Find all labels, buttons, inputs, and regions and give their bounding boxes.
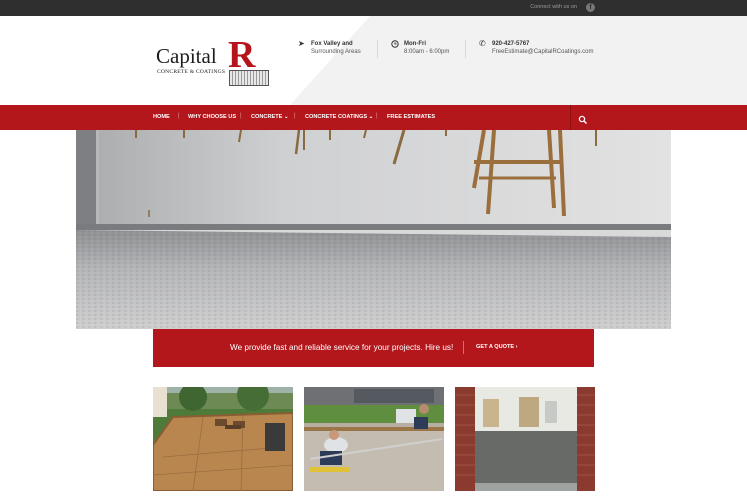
service-area-title: Fox Valley and <box>311 41 353 47</box>
main-nav: HOME | WHY CHOOSE US | CONCRETE ⌄ | CONC… <box>0 105 747 130</box>
site-logo[interactable]: Capital R CONCRETE & COATINGS <box>153 36 271 88</box>
logo-pedestal-graphic <box>229 70 269 86</box>
logo-word: Capital <box>156 44 217 68</box>
hours-detail: 8:00am - 6:00pm <box>404 49 450 55</box>
service-area-detail: Surrounding Areas <box>311 49 361 55</box>
cta-message: We provide fast and reliable service for… <box>230 343 454 352</box>
service-area-info: ➤ Fox Valley and Surrounding Areas <box>298 40 361 56</box>
logo-tagline: CONCRETE & COATINGS <box>157 69 226 75</box>
hours-title: Mon-Fri <box>404 41 426 47</box>
nav-item-concrete-coatings[interactable]: CONCRETE COATINGS ⌄ <box>305 114 373 120</box>
nav-item-free-estimates[interactable]: FREE ESTIMATES <box>387 114 435 120</box>
header-background-shape <box>0 16 747 105</box>
logo-letter: R <box>228 34 256 76</box>
header-divider <box>377 40 378 58</box>
nav-item-home[interactable]: HOME <box>153 114 170 120</box>
hours-info: Mon-Fri 8:00am - 6:00pm <box>391 40 450 56</box>
nav-divider: | <box>240 113 242 119</box>
cta-divider <box>463 341 464 354</box>
nav-divider: | <box>376 113 378 119</box>
phone-number[interactable]: 920-427-5767 <box>492 40 593 48</box>
hero-image-garage-floor <box>76 130 671 329</box>
thumbnail-concrete-screeding[interactable] <box>304 387 444 491</box>
nav-item-why-choose-us[interactable]: WHY CHOOSE US <box>188 114 236 120</box>
header-divider <box>465 40 466 58</box>
search-icon[interactable] <box>578 112 588 124</box>
nav-divider: | <box>294 113 296 119</box>
contact-info: ✆ 920-427-5767 FreeEstimate@CapitalRCoat… <box>479 40 593 56</box>
connect-text: Connect with us on <box>530 4 577 10</box>
site-header: Capital R CONCRETE & COATINGS ➤ Fox Vall… <box>0 16 747 105</box>
nav-divider: | <box>178 113 180 119</box>
call-to-action-banner: We provide fast and reliable service for… <box>153 329 594 367</box>
get-a-quote-button[interactable]: GET A QUOTE › <box>476 344 518 350</box>
thumbnail-stamped-patio[interactable] <box>153 387 293 491</box>
facebook-icon[interactable]: f <box>586 3 595 12</box>
top-bar: Connect with us on f <box>0 0 747 16</box>
nav-item-concrete[interactable]: CONCRETE ⌄ <box>251 114 289 120</box>
contact-email[interactable]: FreeEstimate@CapitalRCoatings.com <box>492 48 593 56</box>
location-arrow-icon: ➤ <box>298 39 305 48</box>
thumbnail-epoxy-garage-floor[interactable] <box>455 387 595 491</box>
clock-icon <box>391 40 399 50</box>
search-divider <box>570 105 571 130</box>
phone-icon: ✆ <box>479 39 486 48</box>
